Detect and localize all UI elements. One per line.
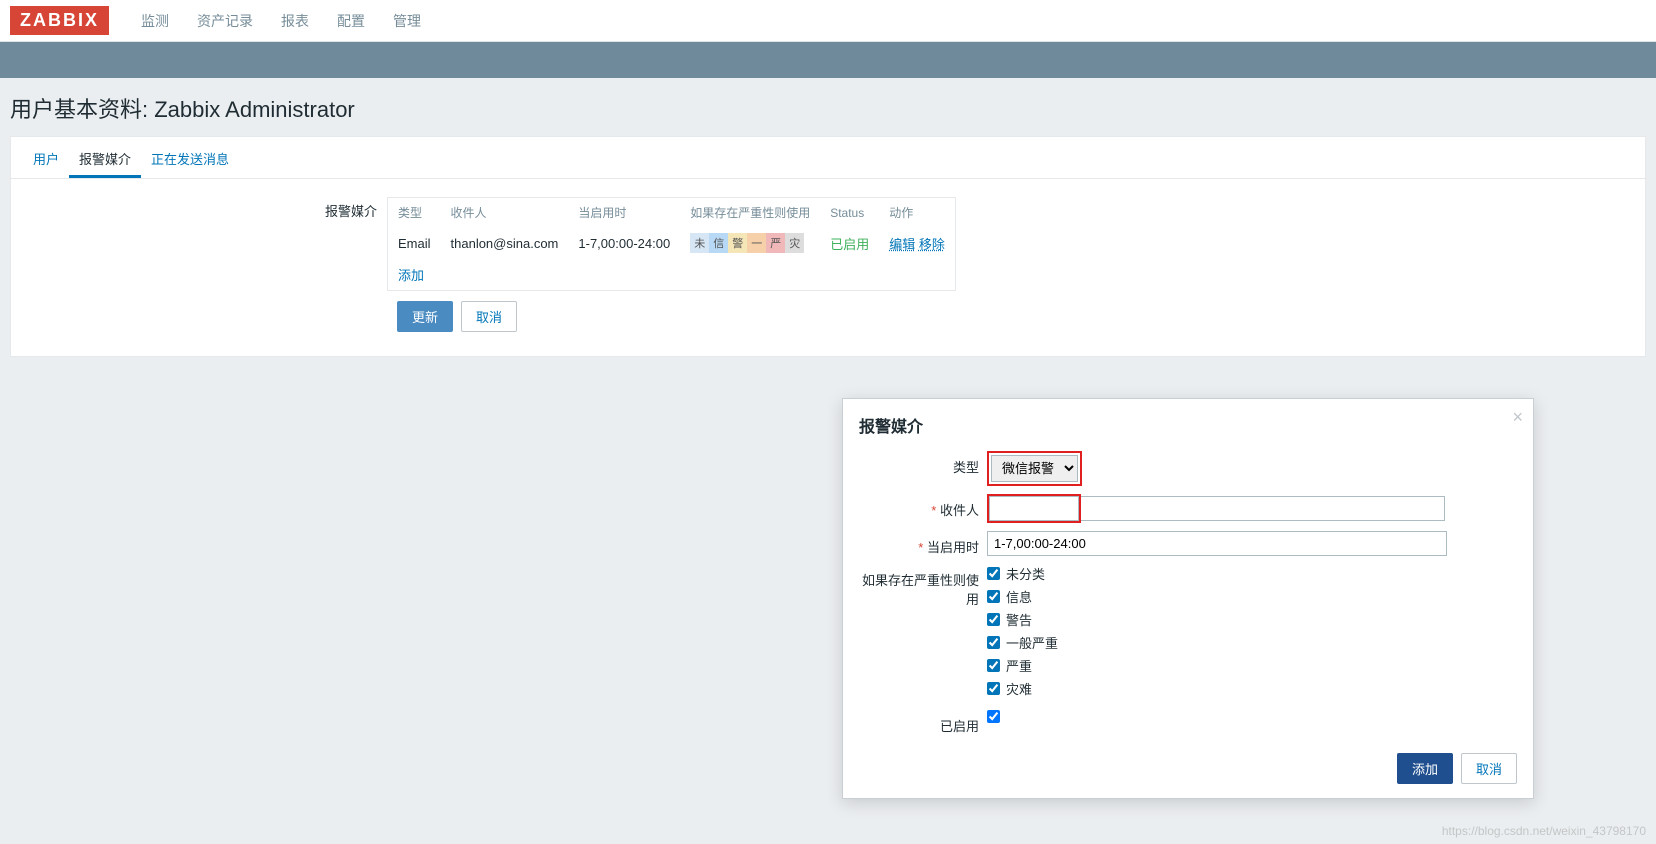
col-status: Status <box>820 198 879 227</box>
sev-badge-high: 严 <box>766 233 785 253</box>
recipient-input[interactable] <box>989 496 1079 521</box>
recipient-input-ext[interactable] <box>1081 496 1445 521</box>
media-label: 报警媒介 <box>27 197 387 291</box>
sev-check-dis[interactable] <box>987 682 1000 695</box>
modal-cancel-button[interactable]: 取消 <box>1461 753 1517 784</box>
media-table: 类型 收件人 当启用时 如果存在严重性则使用 Status 动作 Email t… <box>387 197 956 291</box>
highlight-box-type: 微信报警 <box>987 451 1082 486</box>
highlight-box-recipient <box>987 494 1081 523</box>
cell-status[interactable]: 已启用 <box>820 227 879 259</box>
update-button[interactable]: 更新 <box>397 301 453 332</box>
severity-checkboxes: 未分类 信息 警告 一般严重 严重 灾难 <box>987 564 1517 702</box>
modal-footer: 添加 取消 <box>843 743 1533 798</box>
sev-check-avg[interactable] <box>987 636 1000 649</box>
col-type: 类型 <box>388 198 441 227</box>
tabs: 用户 报警媒介 正在发送消息 <box>11 137 1645 179</box>
modal-label-severity: 如果存在严重性则使用 <box>859 564 987 608</box>
close-icon[interactable]: × <box>1512 407 1523 428</box>
top-nav: ZABBIX 监测 资产记录 报表 配置 管理 <box>0 0 1656 42</box>
sev-check-high[interactable] <box>987 659 1000 672</box>
nav-item-monitor[interactable]: 监测 <box>127 0 183 42</box>
modal-label-type: 类型 <box>859 451 987 476</box>
nav-item-inventory[interactable]: 资产记录 <box>183 0 267 42</box>
modal-label-enabled: 已启用 <box>859 710 987 735</box>
form-buttons: 更新 取消 <box>397 301 1629 332</box>
cell-when: 1-7,00:00-24:00 <box>568 227 680 259</box>
sev-badge-nc: 未 <box>690 233 709 253</box>
tab-media[interactable]: 报警媒介 <box>69 137 141 178</box>
sev-badge-avg: 一 <box>747 233 766 253</box>
media-modal: × 报警媒介 类型 微信报警 * 收件人 * 当启用时 <box>842 398 1534 799</box>
sub-nav-bar <box>0 42 1656 78</box>
logo: ZABBIX <box>10 6 109 35</box>
sev-badge-warn: 警 <box>728 233 747 253</box>
sev-check-info[interactable] <box>987 590 1000 603</box>
cell-recipient: thanlon@sina.com <box>441 227 569 259</box>
sev-badge-dis: 灾 <box>785 233 804 253</box>
form-area: 报警媒介 类型 收件人 当启用时 如果存在严重性则使用 Status 动作 <box>11 179 1645 356</box>
modal-label-recipient: * 收件人 <box>859 494 987 519</box>
tab-messaging[interactable]: 正在发送消息 <box>141 137 239 178</box>
edit-link[interactable]: 编辑 <box>889 237 915 252</box>
sev-check-nc[interactable] <box>987 567 1000 580</box>
remove-link[interactable]: 移除 <box>919 237 945 252</box>
page-title: 用户基本资料: Zabbix Administrator <box>0 78 1656 136</box>
main-panel: 用户 报警媒介 正在发送消息 报警媒介 类型 收件人 当启用时 如果存在严重性则… <box>10 136 1646 357</box>
modal-title: 报警媒介 <box>843 399 1533 447</box>
main-menu: 监测 资产记录 报表 配置 管理 <box>127 0 435 42</box>
cell-actions: 编辑 移除 <box>879 227 955 259</box>
sev-badge-info: 信 <box>709 233 728 253</box>
col-severity: 如果存在严重性则使用 <box>680 198 820 227</box>
cell-severity: 未 信 警 一 严 灾 <box>680 227 820 259</box>
cancel-button[interactable]: 取消 <box>461 301 517 332</box>
when-input[interactable] <box>987 531 1447 556</box>
cell-type: Email <box>388 227 441 259</box>
col-when: 当启用时 <box>568 198 680 227</box>
modal-label-when: * 当启用时 <box>859 531 987 556</box>
type-select[interactable]: 微信报警 <box>991 455 1078 482</box>
watermark: https://blog.csdn.net/weixin_43798170 <box>1442 824 1646 838</box>
nav-item-reports[interactable]: 报表 <box>267 0 323 42</box>
enabled-checkbox[interactable] <box>987 710 1000 723</box>
tab-user[interactable]: 用户 <box>23 137 69 178</box>
col-recipient: 收件人 <box>441 198 569 227</box>
sev-check-warn[interactable] <box>987 613 1000 626</box>
table-row: Email thanlon@sina.com 1-7,00:00-24:00 未… <box>388 227 955 259</box>
add-media-link[interactable]: 添加 <box>388 259 434 290</box>
nav-item-admin[interactable]: 管理 <box>379 0 435 42</box>
nav-item-config[interactable]: 配置 <box>323 0 379 42</box>
modal-add-button[interactable]: 添加 <box>1397 753 1453 784</box>
col-actions: 动作 <box>879 198 955 227</box>
